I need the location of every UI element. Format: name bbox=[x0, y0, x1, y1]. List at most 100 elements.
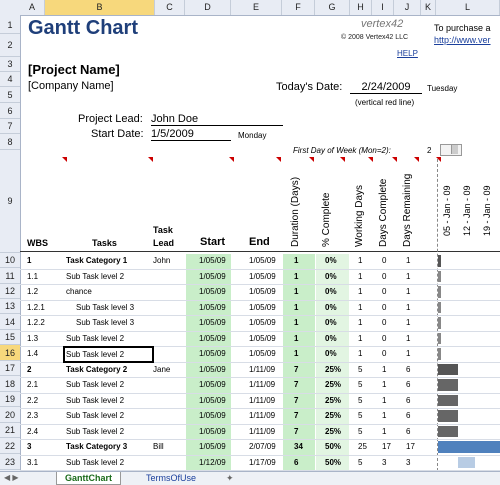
cell-days-complete[interactable]: 0 bbox=[382, 284, 386, 299]
company-name[interactable]: [Company Name] bbox=[28, 80, 114, 92]
row-header-12[interactable]: 12 bbox=[0, 284, 20, 299]
cell-days-remaining[interactable]: 1 bbox=[406, 269, 410, 284]
cell-start[interactable]: 1/05/09 bbox=[199, 439, 226, 454]
comment-marker[interactable] bbox=[309, 157, 314, 162]
cell-complete[interactable]: 0% bbox=[325, 284, 337, 299]
comment-marker[interactable] bbox=[148, 157, 153, 162]
cell-start[interactable]: 1/12/09 bbox=[199, 455, 226, 470]
cell-lead[interactable]: Bill bbox=[153, 439, 164, 454]
cell-end[interactable]: 1/05/09 bbox=[249, 269, 276, 284]
cell-working-days[interactable]: 1 bbox=[358, 315, 362, 330]
cell-start[interactable]: 1/05/09 bbox=[199, 346, 226, 361]
cell-start[interactable]: 1/05/09 bbox=[199, 284, 226, 299]
comment-marker[interactable] bbox=[340, 157, 345, 162]
cell-days-remaining[interactable]: 6 bbox=[406, 408, 410, 423]
column-header-k[interactable]: K bbox=[421, 0, 436, 15]
column-header-c[interactable]: C bbox=[155, 0, 185, 15]
cell-days-complete[interactable]: 1 bbox=[382, 408, 386, 423]
cell-complete[interactable]: 25% bbox=[325, 424, 341, 439]
tab-nav-arrows[interactable]: ◀ ▶ bbox=[4, 473, 19, 482]
cell-start[interactable]: 1/05/09 bbox=[199, 393, 226, 408]
cell-days-remaining[interactable]: 6 bbox=[406, 362, 410, 377]
cell-end[interactable]: 1/05/09 bbox=[249, 300, 276, 315]
cell-complete[interactable]: 50% bbox=[325, 455, 341, 470]
cell-complete[interactable]: 0% bbox=[325, 300, 337, 315]
cell-task[interactable]: Task Category 3 bbox=[66, 439, 127, 454]
cell-wbs[interactable]: 1.4 bbox=[27, 346, 38, 361]
comment-marker[interactable] bbox=[62, 157, 67, 162]
cell-task[interactable]: Sub Task level 2 bbox=[66, 393, 124, 408]
cell-days-remaining[interactable]: 1 bbox=[406, 315, 410, 330]
cell-working-days[interactable]: 5 bbox=[358, 455, 362, 470]
cell-wbs[interactable]: 1.2.2 bbox=[27, 315, 45, 330]
cell-end[interactable]: 1/11/09 bbox=[249, 377, 275, 392]
row-header-10[interactable]: 10 bbox=[0, 253, 20, 268]
cell-wbs[interactable]: 3.1 bbox=[27, 455, 38, 470]
row-header-20[interactable]: 20 bbox=[0, 407, 20, 423]
row-header-21[interactable]: 21 bbox=[0, 423, 20, 438]
cell-wbs[interactable]: 1.2.1 bbox=[27, 300, 45, 315]
row-header-17[interactable]: 17 bbox=[0, 361, 20, 376]
cell-complete[interactable]: 0% bbox=[325, 331, 337, 346]
row-header-3[interactable]: 3 bbox=[0, 57, 20, 72]
row-header-22[interactable]: 22 bbox=[0, 438, 20, 454]
cell-duration[interactable]: 7 bbox=[294, 393, 298, 408]
cell-duration[interactable]: 1 bbox=[294, 331, 298, 346]
row-header-2[interactable]: 2 bbox=[0, 34, 20, 57]
cell-lead[interactable]: Jane bbox=[153, 362, 170, 377]
cell-end[interactable]: 1/05/09 bbox=[249, 346, 276, 361]
cell-task[interactable]: Sub Task level 2 bbox=[66, 377, 124, 392]
cell-task[interactable]: Sub Task level 2 bbox=[66, 424, 124, 439]
cell-duration[interactable]: 6 bbox=[294, 455, 298, 470]
row-header-4[interactable]: 4 bbox=[0, 72, 20, 87]
cell-complete[interactable]: 0% bbox=[325, 253, 337, 268]
cell-days-remaining[interactable]: 3 bbox=[406, 455, 410, 470]
tab-ganttchart[interactable]: GanttChart bbox=[56, 472, 121, 485]
cell-duration[interactable]: 34 bbox=[294, 439, 303, 454]
cell-start[interactable]: 1/05/09 bbox=[199, 362, 226, 377]
row-header-16[interactable]: 16 bbox=[0, 345, 20, 361]
cell-working-days[interactable]: 5 bbox=[358, 393, 362, 408]
cell-days-complete[interactable]: 1 bbox=[382, 393, 386, 408]
cell-working-days[interactable]: 1 bbox=[358, 300, 362, 315]
cell-working-days[interactable]: 1 bbox=[358, 331, 362, 346]
comment-marker[interactable] bbox=[276, 157, 281, 162]
cell-end[interactable]: 1/05/09 bbox=[249, 315, 276, 330]
cell-start[interactable]: 1/05/09 bbox=[199, 315, 226, 330]
cell-wbs[interactable]: 2.1 bbox=[27, 377, 38, 392]
help-link[interactable]: HELP bbox=[397, 49, 418, 58]
cell-end[interactable]: 1/17/09 bbox=[249, 455, 276, 470]
row-header-7[interactable]: 7 bbox=[0, 119, 20, 134]
cell-days-remaining[interactable]: 1 bbox=[406, 331, 410, 346]
cell-days-remaining[interactable]: 1 bbox=[406, 300, 410, 315]
cell-end[interactable]: 1/05/09 bbox=[249, 331, 276, 346]
cell-wbs[interactable]: 2.2 bbox=[27, 393, 38, 408]
cell-duration[interactable]: 1 bbox=[294, 253, 298, 268]
comment-marker[interactable] bbox=[414, 157, 419, 162]
comment-marker[interactable] bbox=[229, 157, 234, 162]
row-header-11[interactable]: 11 bbox=[0, 268, 20, 284]
cell-days-remaining[interactable]: 6 bbox=[406, 377, 410, 392]
purchase-link[interactable]: http://www.ver bbox=[434, 35, 491, 45]
column-header-l[interactable]: L bbox=[436, 0, 500, 15]
comment-marker[interactable] bbox=[368, 157, 373, 162]
project-name[interactable]: [Project Name] bbox=[28, 62, 120, 77]
cell-duration[interactable]: 1 bbox=[294, 300, 298, 315]
cell-days-complete[interactable]: 0 bbox=[382, 300, 386, 315]
row-header-9[interactable]: 9 bbox=[0, 150, 20, 253]
row-header-15[interactable]: 15 bbox=[0, 330, 20, 345]
cell-start[interactable]: 1/05/09 bbox=[199, 253, 226, 268]
cell-duration[interactable]: 7 bbox=[294, 408, 298, 423]
cell-days-complete[interactable]: 1 bbox=[382, 377, 386, 392]
cell-days-remaining[interactable]: 17 bbox=[406, 439, 415, 454]
cell-task[interactable]: Sub Task level 2 bbox=[66, 408, 124, 423]
cell-duration[interactable]: 7 bbox=[294, 377, 298, 392]
cell-task[interactable]: Sub Task level 2 bbox=[66, 455, 124, 470]
cell-start[interactable]: 1/05/09 bbox=[199, 377, 226, 392]
cell-complete[interactable]: 0% bbox=[325, 346, 337, 361]
cell-days-complete[interactable]: 17 bbox=[382, 439, 391, 454]
row-header-14[interactable]: 14 bbox=[0, 314, 20, 330]
cell-task[interactable]: Sub Task level 2 bbox=[66, 269, 124, 284]
tab-termsofuse[interactable]: TermsOfUse bbox=[138, 472, 204, 484]
cell-working-days[interactable]: 5 bbox=[358, 424, 362, 439]
